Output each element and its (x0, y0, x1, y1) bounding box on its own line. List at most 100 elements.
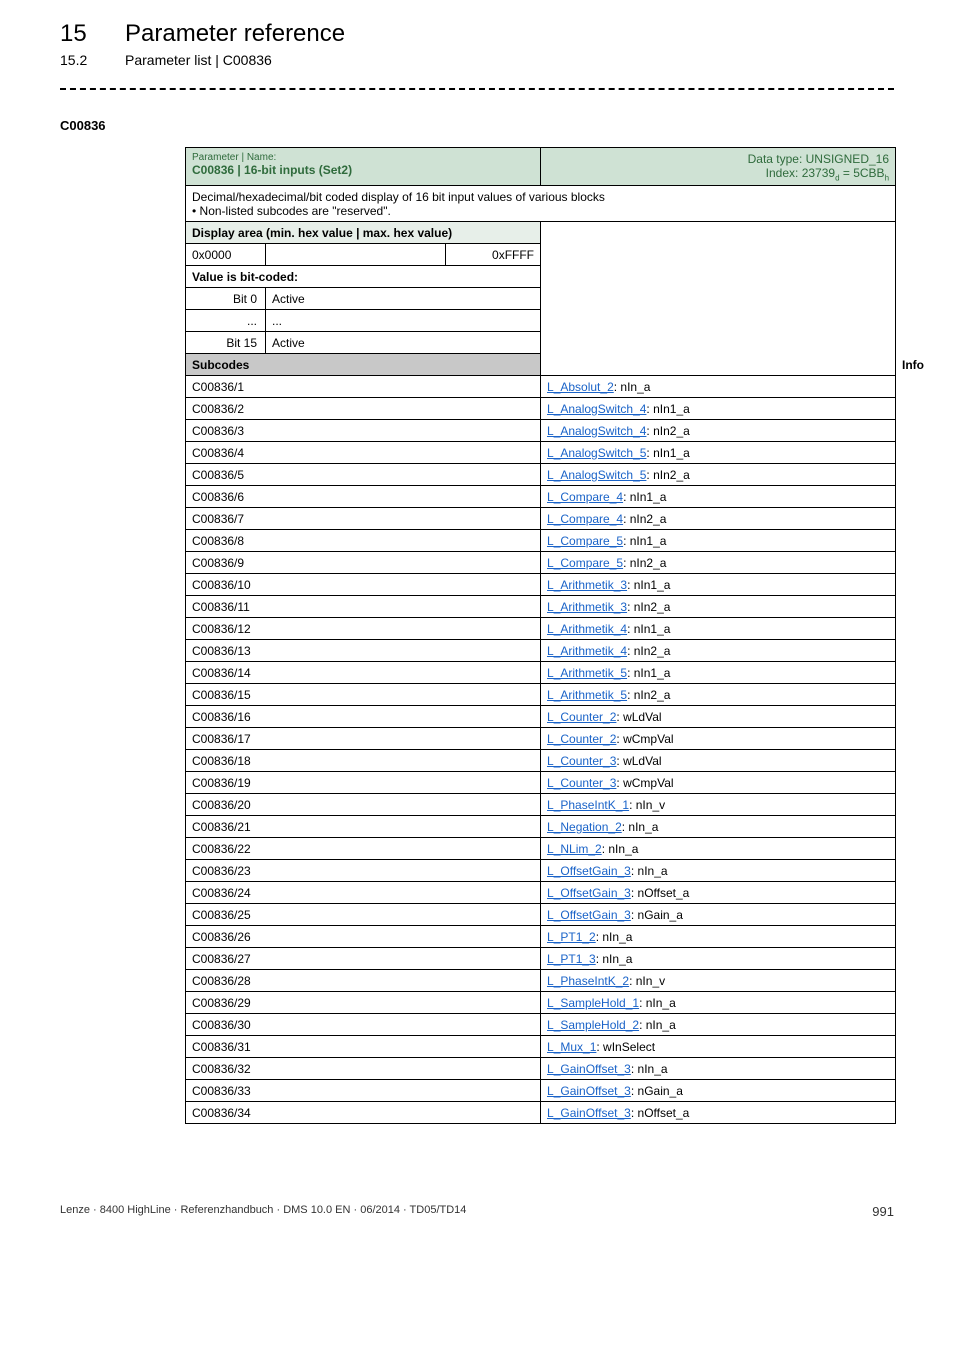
block-link[interactable]: L_PT1_3 (547, 952, 596, 966)
info-cell: L_OffsetGain_3: nIn_a (541, 860, 896, 882)
info-suffix: : nIn_a (596, 930, 633, 944)
subcode-cell: C00836/11 (186, 596, 541, 618)
display-area-row: Display area (min. hex value | max. hex … (186, 222, 896, 244)
block-link[interactable]: L_Arithmetik_3 (547, 600, 627, 614)
subcode-cell: C00836/4 (186, 442, 541, 464)
bit15-label: Bit 15 (186, 332, 266, 354)
table-row: C00836/25L_OffsetGain_3: nGain_a (186, 904, 896, 926)
section-number: 15.2 (60, 52, 125, 68)
index-label: Index: 23739d = 5CBBh (547, 166, 889, 182)
subcode-cell: C00836/15 (186, 684, 541, 706)
block-link[interactable]: L_OffsetGain_3 (547, 886, 631, 900)
block-link[interactable]: L_GainOffset_3 (547, 1084, 631, 1098)
table-row: C00836/29L_SampleHold_1: nIn_a (186, 992, 896, 1014)
block-link[interactable]: L_Arithmetik_5 (547, 688, 627, 702)
info-suffix: : nGain_a (631, 1084, 683, 1098)
block-link[interactable]: L_Arithmetik_4 (547, 622, 627, 636)
block-link[interactable]: L_Arithmetik_3 (547, 578, 627, 592)
info-suffix: : nIn1_a (646, 446, 689, 460)
block-link[interactable]: L_Counter_3 (547, 776, 616, 790)
block-link[interactable]: L_Counter_2 (547, 710, 616, 724)
block-link[interactable]: L_Compare_5 (547, 556, 623, 570)
subcode-cell: C00836/25 (186, 904, 541, 926)
block-link[interactable]: L_AnalogSwitch_4 (547, 424, 646, 438)
info-suffix: : nIn1_a (623, 534, 666, 548)
info-cell: L_GainOffset_3: nIn_a (541, 1058, 896, 1080)
info-cell: L_Negation_2: nIn_a (541, 816, 896, 838)
table-row: C00836/21L_Negation_2: nIn_a (186, 816, 896, 838)
description-line2: • Non-listed subcodes are "reserved". (192, 204, 889, 218)
param-code-name: C00836 | 16-bit inputs (Set2) (192, 163, 534, 177)
info-cell: L_Counter_2: wCmpVal (541, 728, 896, 750)
info-suffix: : nIn_a (639, 1018, 676, 1032)
subcode-cell: C00836/5 (186, 464, 541, 486)
info-cell: L_Mux_1: wInSelect (541, 1036, 896, 1058)
table-row: C00836/34L_GainOffset_3: nOffset_a (186, 1102, 896, 1124)
info-suffix: : nIn1_a (627, 578, 670, 592)
block-link[interactable]: L_Mux_1 (547, 1040, 596, 1054)
min-hex-value: 0x0000 (186, 244, 266, 266)
info-cell: L_SampleHold_1: nIn_a (541, 992, 896, 1014)
description-line1: Decimal/hexadecimal/bit coded display of… (192, 190, 889, 204)
table-row: C00836/22L_NLim_2: nIn_a (186, 838, 896, 860)
table-row: C00836/20L_PhaseIntK_1: nIn_v (186, 794, 896, 816)
block-link[interactable]: L_Compare_4 (547, 490, 623, 504)
block-link[interactable]: L_Counter_3 (547, 754, 616, 768)
table-row: C00836/24L_OffsetGain_3: nOffset_a (186, 882, 896, 904)
info-suffix: : nIn_a (639, 996, 676, 1010)
info-cell: L_Counter_3: wCmpVal (541, 772, 896, 794)
section-title: Parameter list | C00836 (125, 52, 272, 68)
bit0-value: Active (266, 288, 541, 310)
block-link[interactable]: L_AnalogSwitch_4 (547, 402, 646, 416)
block-link[interactable]: L_OffsetGain_3 (547, 864, 631, 878)
block-link[interactable]: L_Counter_2 (547, 732, 616, 746)
block-link[interactable]: L_Absolut_2 (547, 380, 614, 394)
subcode-cell: C00836/10 (186, 574, 541, 596)
block-link[interactable]: L_GainOffset_3 (547, 1062, 631, 1076)
block-link[interactable]: L_SampleHold_1 (547, 996, 639, 1010)
info-cell: L_PhaseIntK_1: nIn_v (541, 794, 896, 816)
block-link[interactable]: L_NLim_2 (547, 842, 602, 856)
header-divider (60, 88, 894, 90)
block-link[interactable]: L_Negation_2 (547, 820, 622, 834)
subcode-cell: C00836/33 (186, 1080, 541, 1102)
page-number: 991 (872, 1204, 894, 1219)
subcode-cell: C00836/32 (186, 1058, 541, 1080)
param-name-label: Parameter | Name: (192, 152, 534, 163)
info-suffix: : wLdVal (616, 754, 661, 768)
subcode-cell: C00836/23 (186, 860, 541, 882)
table-row: C00836/13L_Arithmetik_4: nIn2_a (186, 640, 896, 662)
block-link[interactable]: L_AnalogSwitch_5 (547, 468, 646, 482)
block-link[interactable]: L_Arithmetik_5 (547, 666, 627, 680)
info-suffix: : nIn2_a (623, 512, 666, 526)
info-cell: L_AnalogSwitch_5: nIn1_a (541, 442, 896, 464)
block-link[interactable]: L_PhaseIntK_2 (547, 974, 629, 988)
block-link[interactable]: L_GainOffset_3 (547, 1106, 631, 1120)
info-cell: L_SampleHold_2: nIn_a (541, 1014, 896, 1036)
info-cell: L_OffsetGain_3: nOffset_a (541, 882, 896, 904)
subcode-cell: C00836/19 (186, 772, 541, 794)
table-row: C00836/26L_PT1_2: nIn_a (186, 926, 896, 948)
info-cell: L_AnalogSwitch_4: nIn1_a (541, 398, 896, 420)
info-cell: L_AnalogSwitch_5: nIn2_a (541, 464, 896, 486)
info-suffix: : nIn1_a (646, 402, 689, 416)
info-cell: L_GainOffset_3: nOffset_a (541, 1102, 896, 1124)
block-link[interactable]: L_SampleHold_2 (547, 1018, 639, 1032)
info-suffix: : wCmpVal (616, 732, 673, 746)
block-link[interactable]: L_PT1_2 (547, 930, 596, 944)
info-cell: L_Arithmetik_4: nIn2_a (541, 640, 896, 662)
block-link[interactable]: L_AnalogSwitch_5 (547, 446, 646, 460)
info-suffix: : wInSelect (596, 1040, 655, 1054)
table-row: C00836/10 L_Arithmetik_3: nIn1_a (186, 574, 896, 596)
block-link[interactable]: L_Compare_5 (547, 534, 623, 548)
block-link[interactable]: L_Arithmetik_4 (547, 644, 627, 658)
info-suffix: : nGain_a (631, 908, 683, 922)
info-suffix: : nIn_a (614, 380, 651, 394)
table-row: C00836/33 L_GainOffset_3: nGain_a (186, 1080, 896, 1102)
block-link[interactable]: L_PhaseIntK_1 (547, 798, 629, 812)
info-suffix: : nIn2_a (627, 600, 670, 614)
block-link[interactable]: L_OffsetGain_3 (547, 908, 631, 922)
info-suffix: : nOffset_a (631, 886, 689, 900)
info-cell: L_OffsetGain_3: nGain_a (541, 904, 896, 926)
block-link[interactable]: L_Compare_4 (547, 512, 623, 526)
